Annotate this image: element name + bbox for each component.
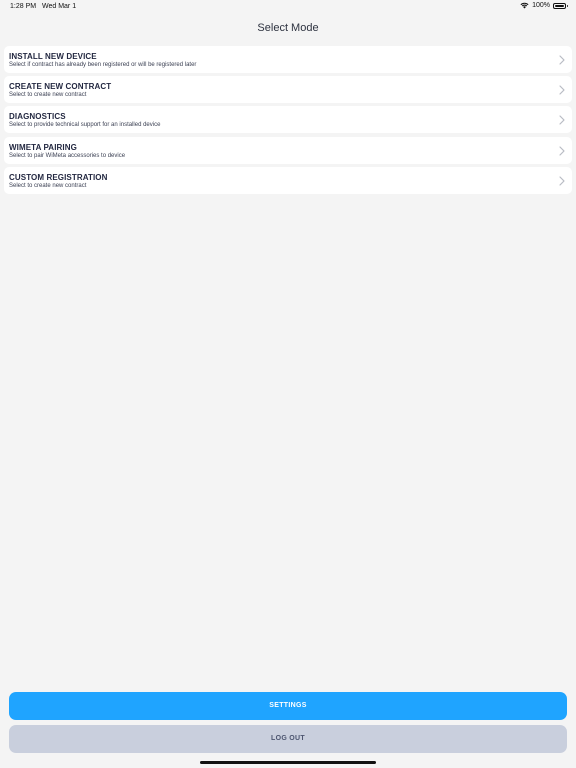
mode-subtitle: Select to create new contract (9, 182, 87, 189)
chevron-right-icon (558, 85, 566, 95)
mode-list: INSTALL NEW DEVICE Select if contract ha… (4, 46, 572, 197)
home-indicator (200, 761, 376, 764)
mode-title: DIAGNOSTICS (9, 112, 66, 122)
mode-subtitle: Select if contract has already been regi… (9, 62, 197, 68)
mode-install-new-device[interactable]: INSTALL NEW DEVICE Select if contract ha… (4, 46, 572, 73)
status-date: Wed Mar 1 (42, 3, 77, 10)
mode-subtitle: Select to provide technical support for … (9, 122, 161, 129)
status-indicators: 100% (520, 2, 568, 9)
mode-title: CREATE NEW CONTRACT (9, 82, 112, 92)
mode-title: CUSTOM REGISTRATION (9, 172, 108, 182)
mode-create-new-contract[interactable]: CREATE NEW CONTRACT Select to create new… (4, 76, 572, 104)
mode-diagnostics[interactable]: DIAGNOSTICS Select to provide technical … (4, 106, 572, 134)
mode-subtitle: Select to create new contract (9, 92, 87, 99)
mode-title: INSTALL NEW DEVICE (9, 52, 97, 61)
mode-title: WIMETA PAIRING (9, 142, 77, 152)
battery-icon (553, 2, 568, 9)
battery-percent: 100% (532, 2, 550, 9)
settings-button[interactable]: SETTINGS (9, 692, 567, 720)
page-title: Select Mode (257, 22, 319, 34)
logout-button[interactable]: LOG OUT (9, 725, 567, 753)
chevron-right-icon (558, 176, 566, 186)
mode-subtitle: Select to pair WiMeta accessories to dev… (9, 152, 126, 159)
mode-custom-registration[interactable]: CUSTOM REGISTRATION Select to create new… (4, 166, 572, 194)
wifi-icon (520, 2, 529, 9)
status-time: 1:28 PM (10, 3, 37, 10)
status-bar: 1:28 PM Wed Mar 1 100% (0, 0, 576, 14)
chevron-right-icon (558, 145, 566, 156)
chevron-right-icon (558, 55, 566, 65)
chevron-right-icon (558, 115, 566, 125)
screen: 1:28 PM Wed Mar 1 100% Select Mode INSTA… (0, 0, 576, 768)
mode-wimeta-pairing[interactable]: WIMETA PAIRING Select to pair WiMeta acc… (4, 136, 572, 164)
